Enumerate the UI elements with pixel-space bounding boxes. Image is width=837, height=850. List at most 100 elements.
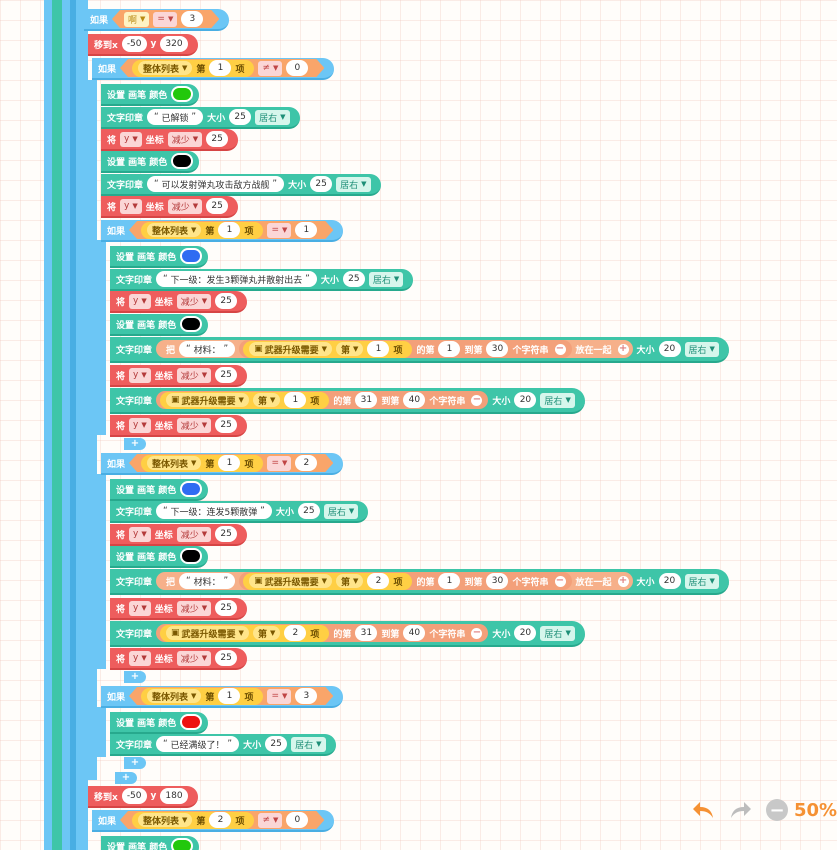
minus-icon[interactable]: − [554, 575, 566, 587]
change-coord-block[interactable]: 将 y ▼ 坐标 减少 ▼ 25 [110, 291, 248, 313]
value-input[interactable]: 0 [286, 812, 308, 828]
index-input[interactable]: 2 [284, 625, 307, 641]
text-stamp-block[interactable]: 文字印章 “ 下一级：连发5颗散弹 ” 大小 25 居右 ▼ [110, 501, 369, 523]
change-coord-block[interactable]: 将 y ▼ 坐标 减少 ▼ 25 [110, 415, 248, 437]
operator-dropdown[interactable]: = ▼ [267, 456, 291, 471]
text-stamp-block[interactable]: 文字印章 ▣ 武器升级需要 ▼ 第 ▼ 2 项 的第 31 到第 40 个字符串 − 大小 … [110, 621, 585, 647]
change-coord-block[interactable]: 将 y ▼ 坐标 减少 ▼ 25 [101, 196, 239, 218]
from-input[interactable]: 1 [438, 573, 461, 589]
list-dropdown[interactable]: ▣ 武器升级需要 ▼ [166, 393, 249, 407]
index-input[interactable]: 1 [218, 688, 240, 704]
align-dropdown[interactable]: 居右 ▼ [368, 271, 404, 287]
operator-dropdown[interactable]: ≠ ▼ [258, 61, 282, 76]
axis-dropdown[interactable]: y ▼ [129, 526, 151, 542]
item-mode[interactable]: 第 ▼ [252, 626, 281, 640]
size-input[interactable]: 25 [310, 176, 333, 192]
axis-dropdown[interactable]: y ▼ [129, 417, 151, 433]
align-dropdown[interactable]: 居右 ▼ [684, 341, 719, 357]
add-branch-button[interactable]: + [115, 772, 137, 784]
compare-expr[interactable]: 整体列表 ▼ 第 1 项 = ▼ 2 [129, 454, 333, 472]
plus-icon[interactable]: + [617, 343, 629, 355]
text-input[interactable]: “ 下一级：发生3颗弹丸并散射出去 ” [156, 271, 317, 287]
if-block[interactable]: 如果 整体列表 ▼ 第 1 项 = ▼ 2 [101, 453, 344, 475]
change-coord-block[interactable]: 将 y ▼ 坐标 减少 ▼ 25 [110, 648, 248, 670]
mode-dropdown[interactable]: 减少 ▼ [176, 417, 212, 433]
if-block[interactable]: 如果 整体列表 ▼ 第 2 项 ≠ ▼ 0 [92, 810, 335, 832]
align-dropdown[interactable]: 居右 ▼ [323, 503, 359, 519]
value-input[interactable]: 3 [181, 11, 203, 27]
index-input[interactable]: 1 [284, 392, 307, 408]
compare-expr[interactable]: 整体列表 ▼ 第 1 项 ≠ ▼ 0 [120, 59, 324, 77]
set-pen-color-block[interactable]: 设置 画笔 颜色 [101, 84, 200, 106]
set-pen-color-block[interactable]: 设置 画笔 颜色 [110, 712, 209, 734]
value-input[interactable]: 25 [215, 417, 238, 433]
compare-expr[interactable]: 整体列表 ▼ 第 1 项 = ▼ 3 [129, 687, 333, 705]
list-dropdown[interactable]: ▣ 武器升级需要 ▼ [249, 342, 333, 356]
size-input[interactable]: 20 [658, 573, 681, 589]
mode-dropdown[interactable]: 减少 ▼ [167, 131, 203, 147]
minus-icon[interactable]: − [471, 627, 483, 639]
change-coord-block[interactable]: 将 y ▼ 坐标 减少 ▼ 25 [110, 524, 248, 546]
text-stamp-block[interactable]: 文字印章 “ 已经满级了！ ” 大小 25 居右 ▼ [110, 734, 336, 756]
item-mode[interactable]: 第 ▼ [336, 342, 364, 356]
mode-dropdown[interactable]: 减少 ▼ [167, 198, 203, 214]
size-input[interactable]: 25 [342, 271, 365, 287]
size-input[interactable]: 25 [297, 503, 320, 519]
value-input[interactable]: 2 [295, 455, 317, 471]
list-item-reporter[interactable]: ▣ 武器升级需要 ▼ 第 ▼ 1 项 [160, 391, 330, 409]
color-swatch-black[interactable] [180, 316, 203, 332]
compare-expr[interactable]: 整体列表 ▼ 第 1 项 = ▼ 1 [129, 221, 333, 239]
axis-dropdown[interactable]: y ▼ [129, 600, 151, 616]
align-dropdown[interactable]: 居右 ▼ [255, 109, 290, 125]
operator-dropdown[interactable]: = ▼ [153, 12, 177, 27]
text-stamp-block[interactable]: 文字印章 “ 下一级：发生3颗弹丸并散射出去 ” 大小 25 居右 ▼ [110, 269, 414, 291]
list-dropdown[interactable]: 整体列表 ▼ [138, 813, 192, 827]
text-stamp-block[interactable]: 文字印章 ▣ 武器升级需要 ▼ 第 ▼ 1 项 的第 31 到第 40 个字符串 − 大小 … [110, 388, 585, 414]
change-coord-block[interactable]: 将 y ▼ 坐标 减少 ▼ 25 [110, 598, 248, 620]
list-item-reporter[interactable]: 整体列表 ▼ 第 1 项 [141, 222, 263, 239]
list-item-reporter[interactable]: ▣ 武器升级需要 ▼ 第 ▼ 1 项 [243, 340, 413, 358]
index-input[interactable]: 1 [209, 60, 231, 76]
align-dropdown[interactable]: 居右 ▼ [336, 176, 371, 192]
align-dropdown[interactable]: 居右 ▼ [540, 625, 575, 641]
substring-reporter[interactable]: ▣ 武器升级需要 ▼ 第 ▼ 2 项 的第 1 到第 30 个字符串 − [239, 572, 572, 590]
value-input[interactable]: 25 [215, 650, 238, 666]
add-branch-button[interactable]: + [124, 671, 146, 683]
mode-dropdown[interactable]: 减少 ▼ [176, 650, 212, 666]
add-branch-button[interactable]: + [124, 757, 146, 769]
text-stamp-block[interactable]: 文字印章 把 “ 材料： ” ▣ 武器升级需要 ▼ 第 ▼ 2 项 的第 1 到第 30 个… [110, 569, 729, 595]
color-swatch-black[interactable] [180, 548, 203, 564]
if-block[interactable]: 如果 整体列表 ▼ 第 1 项 ≠ ▼ 0 [92, 58, 335, 80]
to-input[interactable]: 40 [403, 625, 426, 641]
axis-dropdown[interactable]: y ▼ [120, 131, 142, 147]
moveto-block[interactable]: 移到x -50 y 320 [88, 34, 198, 56]
substring-reporter[interactable]: ▣ 武器升级需要 ▼ 第 ▼ 2 项 的第 31 到第 40 个字符串 − [156, 624, 489, 642]
variable-dropdown[interactable]: 啊 ▼ [124, 12, 149, 27]
axis-dropdown[interactable]: y ▼ [129, 367, 151, 383]
index-input[interactable]: 1 [367, 341, 390, 357]
set-pen-color-block[interactable]: 设置 画笔 颜色 [110, 546, 209, 568]
item-mode[interactable]: 第 ▼ [252, 393, 281, 407]
set-pen-color-block[interactable]: 设置 画笔 颜色 [110, 314, 209, 336]
list-item-reporter[interactable]: 整体列表 ▼ 第 1 项 [141, 455, 263, 472]
to-input[interactable]: 30 [486, 341, 509, 357]
align-dropdown[interactable]: 居右 ▼ [291, 736, 326, 752]
substring-reporter[interactable]: ▣ 武器升级需要 ▼ 第 ▼ 1 项 的第 31 到第 40 个字符串 − [156, 391, 489, 409]
value-input[interactable]: 25 [215, 293, 238, 309]
from-input[interactable]: 1 [438, 341, 461, 357]
index-input[interactable]: 1 [218, 455, 240, 471]
text-stamp-block[interactable]: 文字印章 “ 可以发射弹丸攻击敌方战舰 ” 大小 25 居右 ▼ [101, 174, 381, 196]
size-input[interactable]: 25 [229, 109, 252, 125]
x-input[interactable]: -50 [121, 36, 147, 52]
to-input[interactable]: 30 [486, 573, 509, 589]
list-dropdown[interactable]: 整体列表 ▼ [138, 61, 192, 75]
if-block[interactable]: 如果 整体列表 ▼ 第 1 项 = ▼ 3 [101, 686, 344, 708]
mode-dropdown[interactable]: 减少 ▼ [176, 526, 212, 542]
substring-reporter[interactable]: ▣ 武器升级需要 ▼ 第 ▼ 1 项 的第 1 到第 30 个字符串 − [239, 340, 572, 358]
list-dropdown[interactable]: ▣ 武器升级需要 ▼ [249, 574, 333, 588]
color-swatch-green[interactable] [171, 838, 194, 850]
index-input[interactable]: 2 [367, 573, 390, 589]
if-block[interactable]: 如果 啊 ▼ = ▼ 3 [84, 9, 230, 31]
item-mode[interactable]: 第 ▼ [336, 574, 364, 588]
align-dropdown[interactable]: 居右 ▼ [540, 392, 575, 408]
